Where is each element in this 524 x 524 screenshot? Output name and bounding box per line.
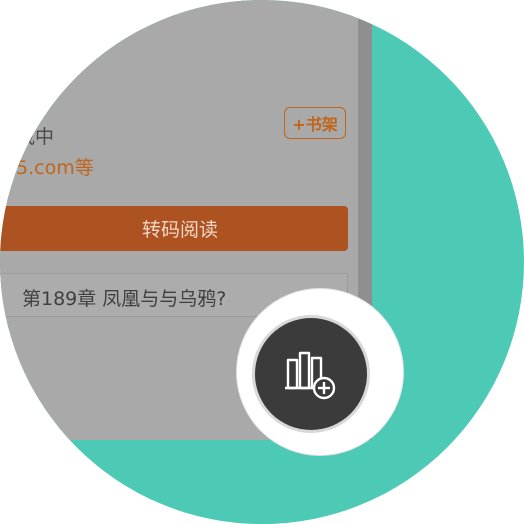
transcode-read-button[interactable]: 转码阅读 xyxy=(0,206,348,251)
add-to-shelf-button[interactable]: +书架 xyxy=(284,107,346,139)
add-to-bookshelf-fab[interactable] xyxy=(255,318,367,430)
book-status: 载中 xyxy=(16,126,55,148)
chapter-title: 第189章 凤凰与与乌鸦? xyxy=(22,288,227,310)
zoom-lens: 载中 5.com等 +书架 转码阅读 第189章 凤凰与与乌鸦? 今天 xyxy=(0,0,524,524)
book-source[interactable]: 5.com等 xyxy=(16,153,94,180)
transcode-read-label: 转码阅读 xyxy=(141,219,218,241)
bookshelf-add-icon xyxy=(285,351,336,400)
teal-background xyxy=(0,440,524,524)
